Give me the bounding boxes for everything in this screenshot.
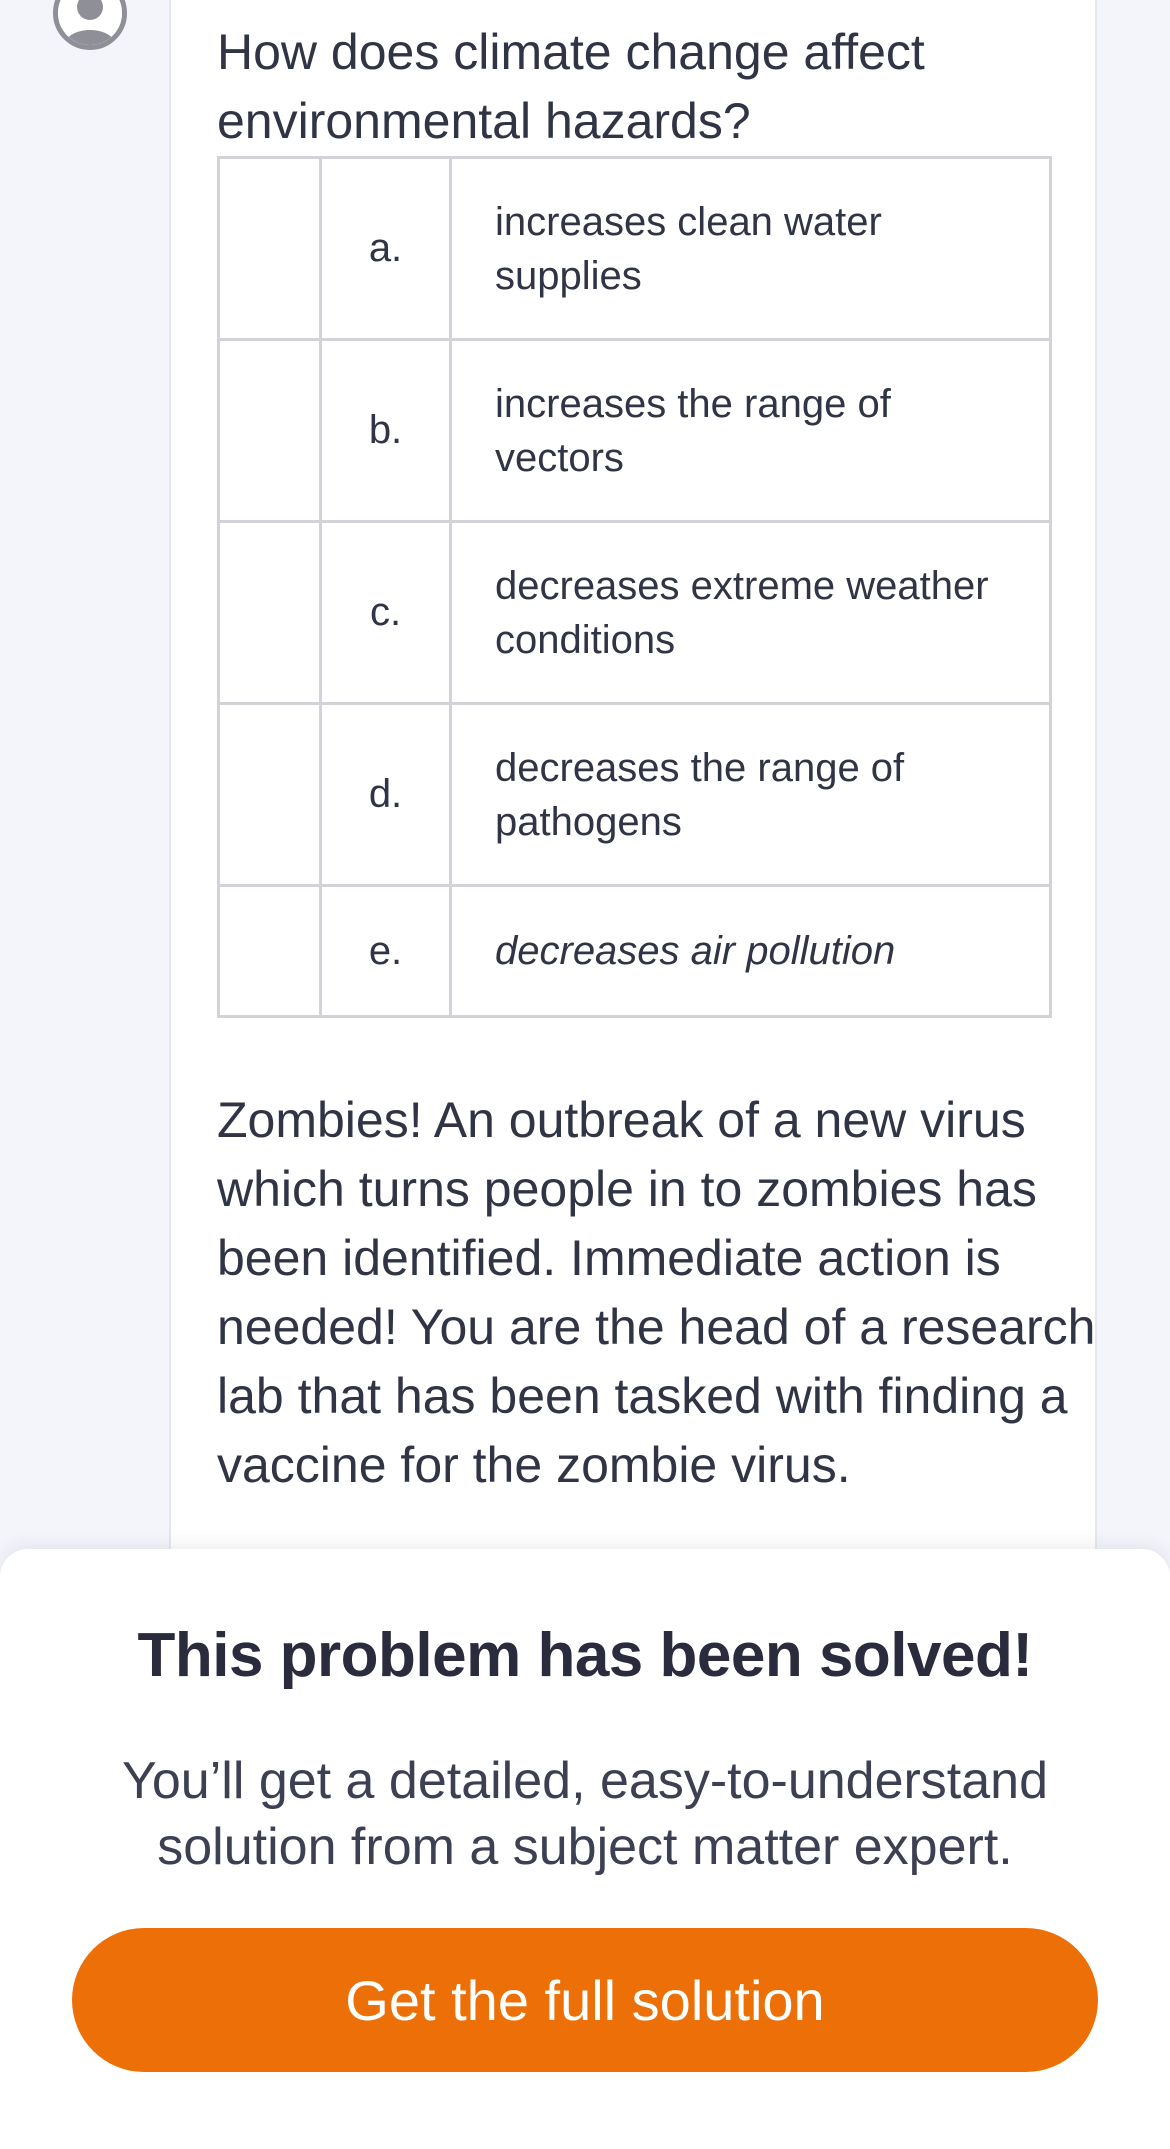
option-letter: d. — [319, 702, 452, 887]
option-letter: a. — [319, 156, 452, 341]
get-full-solution-button[interactable]: Get the full solution — [72, 1928, 1098, 2072]
option-text: increases the range of vectors — [449, 338, 1052, 523]
option-row-a: a. increases clean water supplies — [217, 156, 1052, 341]
option-letter: c. — [319, 520, 452, 705]
option-text: increases clean water supplies — [449, 156, 1052, 341]
option-blank-cell — [217, 520, 322, 705]
option-letter: b. — [319, 338, 452, 523]
paywall-subtitle: You’ll get a detailed, easy-to-understan… — [121, 1752, 1049, 1876]
option-text: decreases the range of pathogens — [449, 702, 1052, 887]
option-blank-cell — [217, 884, 322, 1018]
option-blank-cell — [217, 338, 322, 523]
option-text: decreases extreme weather conditions — [449, 520, 1052, 705]
option-blank-cell — [217, 702, 322, 887]
option-blank-cell — [217, 156, 322, 341]
option-row-b: b. increases the range of vectors — [217, 338, 1052, 523]
scenario-text: Zombies! An outbreak of a new virus whic… — [217, 1092, 1096, 1493]
option-row-e: e. decreases air pollution — [217, 884, 1052, 1018]
options-table: a. increases clean water supplies b. inc… — [217, 156, 1052, 1018]
option-row-c: c. decreases extreme weather conditions — [217, 520, 1052, 705]
option-text: decreases air pollution — [449, 884, 1052, 1018]
option-row-d: d. decreases the range of pathogens — [217, 702, 1052, 887]
paywall-title: This problem has been solved! — [137, 1621, 1033, 1690]
option-letter: e. — [319, 884, 452, 1018]
user-avatar-icon[interactable] — [53, 0, 127, 50]
question-text: How does climate change affect environme… — [217, 24, 925, 149]
